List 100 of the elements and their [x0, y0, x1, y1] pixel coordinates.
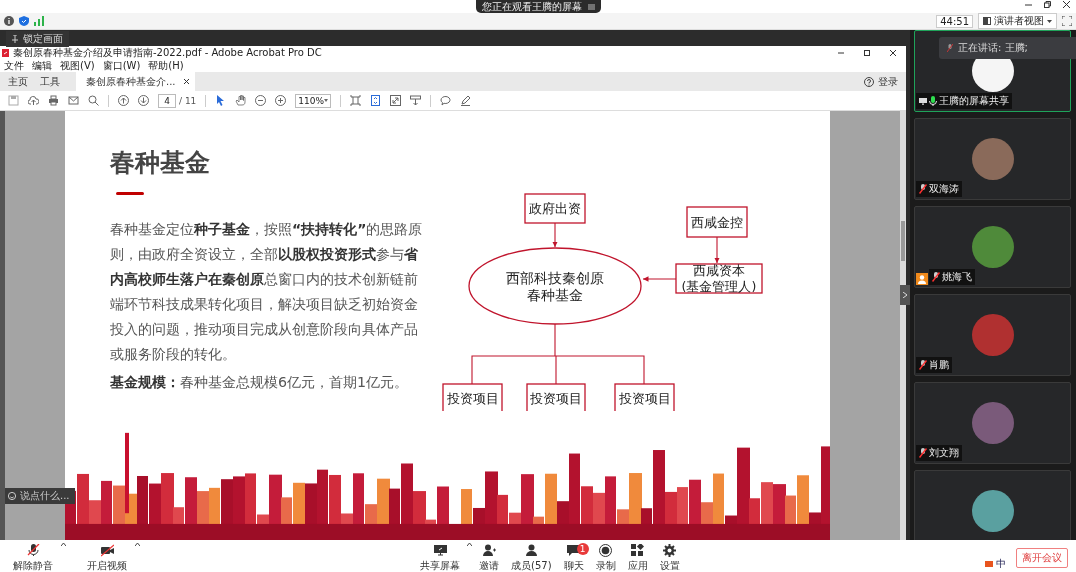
diagram-box-node: 政府出资 [524, 193, 586, 224]
menu-item[interactable]: 文件 [4, 58, 24, 73]
lock-view-tooltip[interactable]: 锁定画面 [6, 31, 69, 47]
toolbar-button[interactable]: 聊天 1 [558, 543, 589, 572]
chat-input-field[interactable]: 说点什么... [5, 488, 75, 504]
layout-icon [983, 17, 991, 25]
arrow [552, 222, 558, 248]
scrollbar-thumb[interactable] [901, 221, 905, 261]
sign-in-link[interactable]: 登录 [878, 74, 898, 89]
close-icon[interactable] [1063, 1, 1070, 8]
search-icon[interactable] [88, 95, 99, 106]
minimize-icon[interactable] [838, 49, 844, 56]
document-tab[interactable]: 秦创原春种基金介... [76, 72, 195, 91]
avatar-photo-placeholder [971, 138, 1014, 180]
caret-up-icon[interactable] [467, 543, 472, 546]
hand-icon[interactable] [235, 95, 247, 106]
diagram-box-node: 投资项目 [614, 383, 675, 411]
up-arrow-icon[interactable] [118, 95, 129, 106]
close-icon[interactable] [183, 79, 189, 84]
toolbar-button[interactable]: 录制 [590, 543, 621, 572]
leave-meeting-button[interactable]: 离开会议 [1016, 548, 1068, 568]
zoom-dropdown[interactable]: 110% [295, 93, 332, 108]
diagram-box-node: 西咸金控 [686, 206, 748, 238]
caret-up-icon[interactable] [135, 543, 140, 546]
title-underline [116, 192, 144, 195]
close-icon[interactable] [890, 49, 896, 56]
screen-share-banner: 您正在观看王腾的屏幕 [475, 0, 601, 13]
stamp-icon[interactable] [410, 95, 422, 106]
caret-icon [1047, 19, 1052, 23]
input-method-indicator[interactable]: 中 [996, 557, 1006, 571]
collapse-panel-button[interactable] [900, 285, 910, 305]
minimize-icon[interactable] [1025, 1, 1032, 8]
caret-icon [324, 99, 329, 102]
menu-item[interactable]: 帮助(H) [148, 58, 184, 73]
slide-title: 春种基金 [110, 147, 211, 179]
camera-off-icon [100, 544, 114, 557]
avatar-photo-placeholder [971, 314, 1014, 356]
mic-muted-icon [947, 43, 953, 53]
settings-icon [663, 544, 677, 557]
comment-icon[interactable] [440, 95, 452, 106]
apps-icon [631, 544, 645, 557]
envelope-icon[interactable] [68, 95, 79, 106]
avatar-photo-placeholder [971, 490, 1014, 532]
name-label: 肖鹏 [916, 357, 952, 373]
record-icon [599, 544, 613, 557]
toolbar-button[interactable]: 开启视频 [82, 543, 132, 572]
fit-page-icon[interactable] [350, 95, 362, 106]
meeting-timer: 44:51 [936, 14, 973, 28]
expand-icon[interactable] [390, 95, 402, 106]
speaker-indicator: 正在讲话: 王腾; [939, 37, 1076, 59]
down-arrow-icon[interactable] [138, 95, 149, 106]
scroll-mode-icon[interactable] [370, 95, 382, 106]
shield-icon[interactable] [19, 16, 29, 26]
arrow [642, 276, 677, 282]
screen-share-icon [433, 544, 447, 557]
pen-icon[interactable] [460, 95, 472, 106]
restore-icon[interactable] [1044, 1, 1051, 8]
fullscreen-icon[interactable] [1062, 16, 1072, 26]
diagram-box-node: 投资项目 [442, 383, 503, 411]
name-label: 双海涛 [916, 181, 962, 197]
toolbar-button[interactable]: 应用 [622, 543, 653, 572]
printer-icon[interactable] [48, 95, 59, 106]
menu-item[interactable]: 编辑 [32, 58, 52, 73]
toolbar-button[interactable]: 解除静音 [8, 543, 58, 572]
toolbar-button[interactable]: 邀请 [474, 543, 504, 572]
name-label: 王腾的屏幕共享 [916, 93, 1012, 109]
page-number-field[interactable]: 4 [158, 93, 176, 108]
chevron-right-icon [903, 292, 907, 298]
avatar-photo-placeholder [971, 226, 1014, 268]
avatar-photo-placeholder [971, 402, 1014, 444]
pin-icon [12, 35, 18, 43]
cloud-upload-icon[interactable] [28, 95, 39, 106]
page-count: / 11 [179, 95, 197, 106]
info-icon[interactable] [4, 16, 14, 26]
microphone-muted-icon [26, 544, 40, 557]
diagram-ellipse-node: 西部科技秦创原 春种基金 [468, 247, 642, 325]
diagram-box-node: 西咸资本 (基金管理人) [675, 263, 763, 294]
zoom-out-icon[interactable] [255, 95, 267, 106]
slide-paragraph: 春种基金定位种子基金，按照“扶持转化”的思路原则，由政府全资设立，全部以股权投资形式参与省内高校师生落户在秦创原总窗口内的技术创新链前端环节科技成果转化项目，解决项目缺乏初始资金投入的问题，推动项目完成从创意阶段向具体产品或服务阶段的转化。 [110, 220, 424, 364]
add-person-icon [482, 544, 496, 557]
name-label: 刘文翔 [916, 445, 962, 461]
fund-scale-text: 基金规模：春种基金总规模6亿元，首期1亿元。 [110, 373, 410, 392]
caret-up-icon[interactable] [61, 543, 66, 546]
help-icon[interactable] [864, 76, 874, 87]
toolbar-button[interactable]: 共享屏幕 [415, 543, 465, 572]
menu-item[interactable]: 窗口(W) [102, 58, 141, 73]
maximize-icon[interactable] [864, 49, 870, 56]
nav-tab[interactable]: 主页 [2, 72, 34, 91]
nav-tab[interactable]: 工具 [34, 72, 66, 91]
toolbar-button[interactable]: 成员(57) [506, 543, 557, 572]
zoom-in-icon[interactable] [275, 95, 287, 106]
people-icon [524, 544, 538, 557]
app-logo-icon [985, 561, 993, 567]
toolbar-button[interactable]: 设置 [654, 543, 685, 572]
diagram-box-node: 投资项目 [526, 383, 586, 411]
name-label: 姚海飞 [929, 269, 975, 285]
menu-item[interactable]: 视图(V) [60, 58, 95, 73]
view-mode-button[interactable]: 演讲者视图 [978, 13, 1057, 29]
arrow [714, 236, 720, 264]
window-title: 秦创原春种基金介绍及申请指南-2022.pdf - Adobe Acrobat Pro DC [13, 45, 322, 60]
